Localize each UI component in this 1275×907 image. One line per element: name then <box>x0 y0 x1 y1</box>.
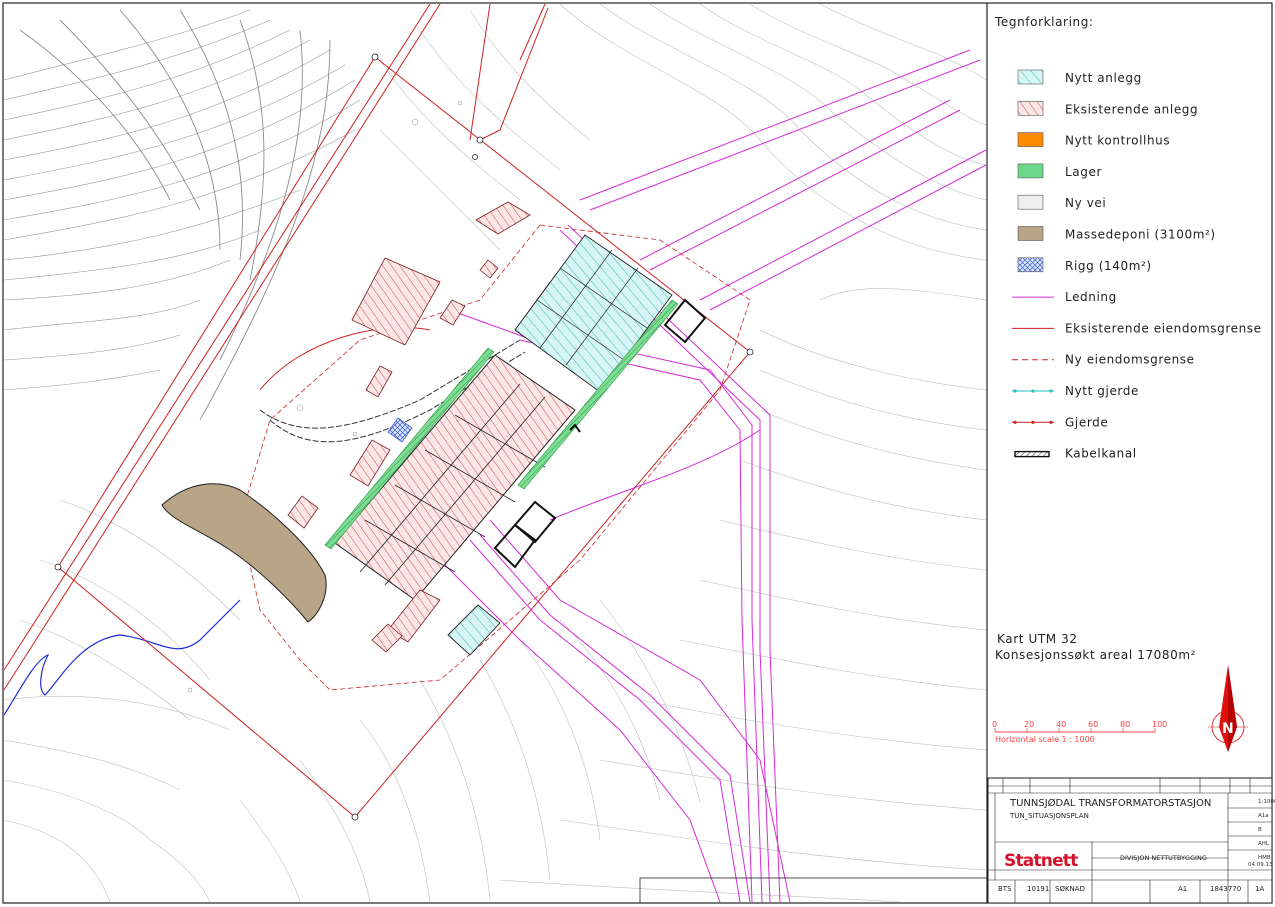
legend-label: Nytt kontrollhus <box>1065 134 1170 148</box>
scale-tick-label: 0 <box>992 720 997 729</box>
division-name: DIVISJON NETTUTBYGGING <box>1120 854 1207 862</box>
revision: 1A <box>1255 885 1264 893</box>
drawing-sheet: Tegnforklaring: Nytt anlegg Eksisterende … <box>0 0 1275 907</box>
legend-swatch <box>1017 226 1044 241</box>
drawing-status: SØKNAD <box>1055 885 1085 893</box>
title-block-field: B <box>1258 827 1262 833</box>
title-block-field: HMB <box>1258 855 1271 861</box>
legend-swatch <box>1017 257 1044 273</box>
scale-tick-label: 40 <box>1056 720 1066 729</box>
legend-label: Gjerde <box>1065 415 1108 429</box>
scale-tick-label: 60 <box>1088 720 1098 729</box>
legend-label: Nytt gjerde <box>1065 384 1139 398</box>
title-block: TUNNSJØDAL TRANSFORMATORSTASJON TUN_SITU… <box>987 777 1275 904</box>
map-projection: Kart UTM 32 <box>997 632 1078 646</box>
legend-swatch <box>1017 194 1044 210</box>
legend-item: Rigg (140m²) <box>1017 257 1152 273</box>
licensed-area: Konsesjonssøkt areal 17080m² <box>995 648 1196 662</box>
legend-label: Eksisterende eiendomsgrense <box>1065 321 1262 335</box>
paper-format: A1 <box>1178 885 1187 893</box>
drawing-date: 04.09.13 <box>1248 862 1273 868</box>
legend-item: Nytt kontrollhus <box>1017 132 1170 148</box>
scale-tick-label: 20 <box>1024 720 1034 729</box>
legend-swatch <box>1017 132 1044 147</box>
legend-swatch <box>1017 101 1044 116</box>
legend-swatch <box>1017 163 1044 179</box>
drawing-number: 1843770 <box>1210 885 1241 893</box>
legend-label: Lager <box>1065 165 1102 179</box>
drawing-title: TUN_SITUASJONSPLAN <box>1009 812 1089 820</box>
legend-swatch <box>1014 450 1050 458</box>
drawn-by: BTS <box>998 885 1012 893</box>
legend-item: Nytt anlegg <box>1017 69 1142 85</box>
legend-label: Massedeponi (3100m²) <box>1065 228 1216 242</box>
legend-label: Ny vei <box>1065 196 1106 210</box>
legend-label: Nytt anlegg <box>1065 71 1142 85</box>
north-letter: N <box>1222 721 1234 737</box>
site-plan-drawing: Tegnforklaring: Nytt anlegg Eksisterende … <box>2 2 1275 904</box>
legend-label: Rigg (140m²) <box>1065 259 1152 273</box>
scale-tick-label: 80 <box>1120 720 1130 729</box>
legend-label: Kabelkanal <box>1065 447 1137 461</box>
scale-label: Horizontal scale 1 : 1000 <box>995 735 1095 744</box>
title-block-field: A1a <box>1258 813 1269 819</box>
project-number: 10191 <box>1027 885 1049 893</box>
legend-swatch <box>1017 69 1044 85</box>
company-logo: Statnett <box>1004 851 1078 871</box>
legend-title: Tegnforklaring: <box>994 15 1094 29</box>
project-title: TUNNSJØDAL TRANSFORMATORSTASJON <box>1009 797 1211 809</box>
legend-label: Ledning <box>1065 290 1117 304</box>
legend-label: Ny eiendomsgrense <box>1065 353 1195 367</box>
legend-label: Eksisterende anlegg <box>1065 102 1198 116</box>
title-block-field: 1:1000 <box>1258 799 1275 805</box>
title-block-field: AHL <box>1258 841 1270 847</box>
scale-tick-label: 100 <box>1152 720 1167 729</box>
